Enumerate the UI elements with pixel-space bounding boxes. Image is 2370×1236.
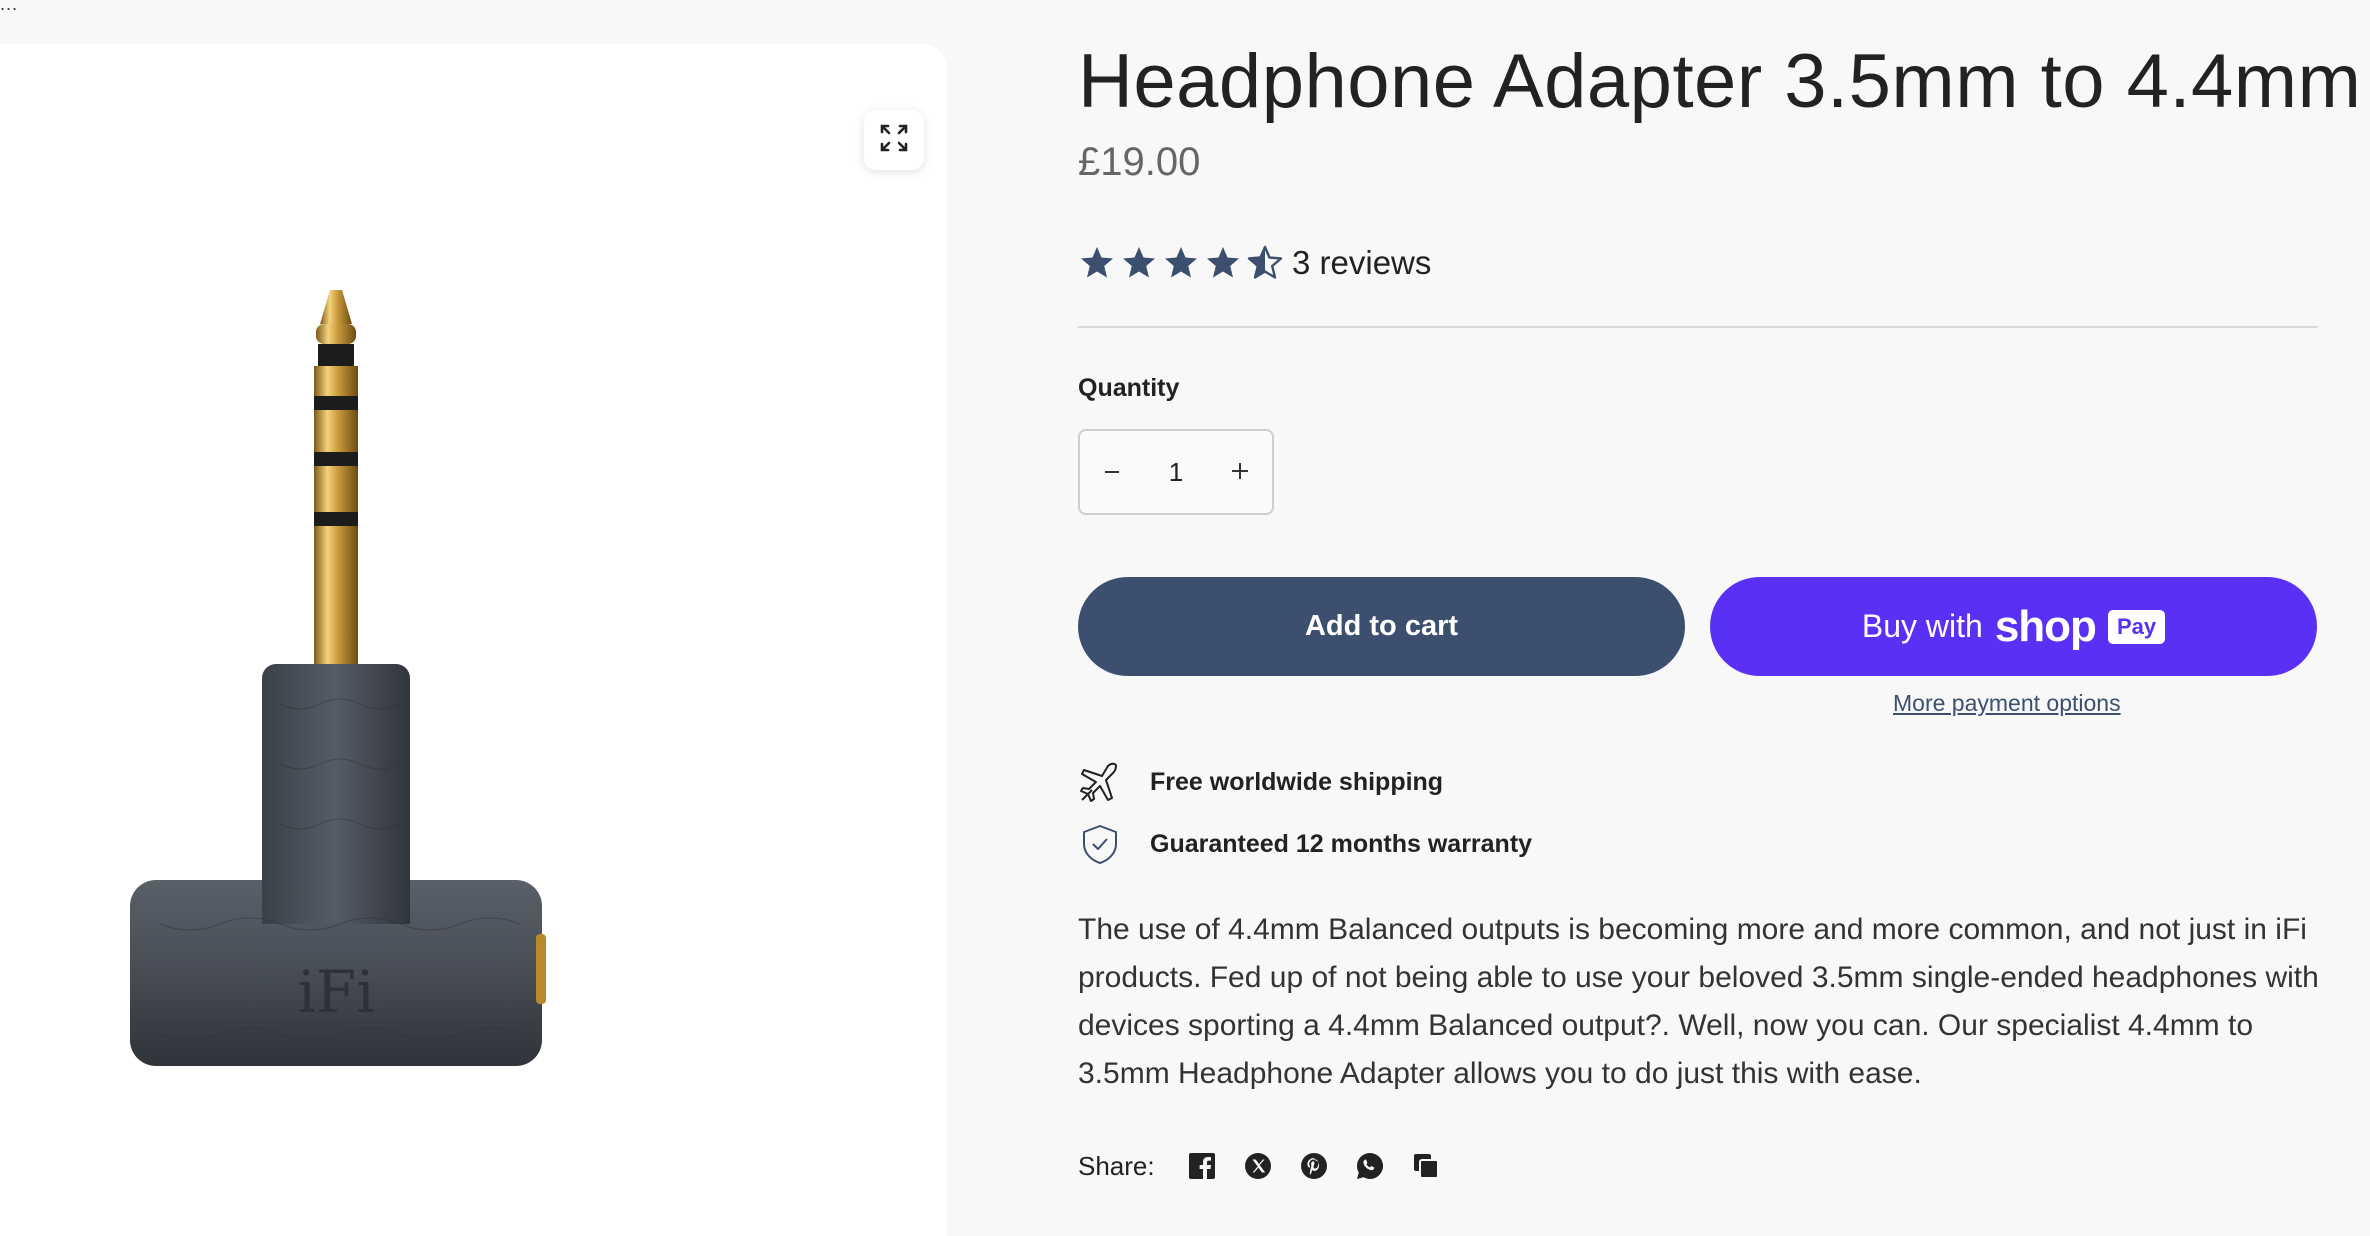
buy-with-shop-pay-button[interactable]: Buy with shop Pay	[1710, 577, 2317, 676]
feature-shipping-text: Free worldwide shipping	[1150, 767, 1444, 796]
feature-warranty: Guaranteed 12 months warranty	[1078, 822, 1532, 866]
buy-with-label: Buy with	[1861, 608, 1983, 644]
star-full-icon	[1204, 244, 1242, 282]
x-icon[interactable]	[1243, 1151, 1273, 1181]
copy-link-icon[interactable]	[1411, 1151, 1441, 1181]
quantity-stepper: 1	[1078, 429, 1274, 515]
star-rating	[1078, 244, 1284, 282]
expand-icon	[879, 123, 909, 158]
pay-badge: Pay	[2107, 609, 2166, 644]
product-title: Headphone Adapter 3.5mm to 4.4mm	[1078, 39, 2362, 124]
quantity-label: Quantity	[1078, 374, 1180, 402]
share-label: Share:	[1078, 1150, 1155, 1181]
whatsapp-icon[interactable]	[1355, 1151, 1385, 1181]
star-full-icon	[1078, 244, 1116, 282]
shield-check-icon	[1078, 822, 1122, 866]
facebook-icon[interactable]	[1187, 1151, 1217, 1181]
star-half-icon	[1246, 244, 1284, 282]
zoom-button[interactable]	[864, 110, 924, 170]
quantity-decrease-button[interactable]	[1080, 431, 1144, 513]
ifi-logo: iFi	[297, 958, 374, 1026]
add-to-cart-button[interactable]: Add to cart	[1078, 577, 1685, 676]
truncated-text: ...	[0, 0, 19, 14]
plus-icon	[1230, 455, 1250, 489]
more-payment-options-link[interactable]: More payment options	[1893, 690, 2121, 717]
rating[interactable]: 3 reviews	[1078, 238, 1431, 288]
minus-icon	[1103, 455, 1121, 489]
product-media-panel: iFi	[0, 44, 947, 1236]
plane-icon	[1078, 760, 1122, 804]
quantity-input[interactable]: 1	[1151, 457, 1201, 488]
product-price: £19.00	[1078, 140, 1201, 184]
reviews-link[interactable]: 3 reviews	[1292, 244, 1431, 282]
feature-warranty-text: Guaranteed 12 months warranty	[1150, 829, 1533, 858]
share-bar: Share:	[1078, 1146, 1467, 1186]
quantity-increase-button[interactable]	[1208, 431, 1272, 513]
product-description: The use of 4.4mm Balanced outputs is bec…	[1078, 913, 2319, 1090]
star-full-icon	[1120, 244, 1158, 282]
star-full-icon	[1162, 244, 1200, 282]
divider	[1078, 326, 2318, 328]
shop-logo: shop	[1994, 601, 2097, 651]
product-image[interactable]: iFi	[120, 264, 560, 1084]
pinterest-icon[interactable]	[1299, 1151, 1329, 1181]
feature-shipping: Free worldwide shipping	[1078, 760, 1443, 804]
